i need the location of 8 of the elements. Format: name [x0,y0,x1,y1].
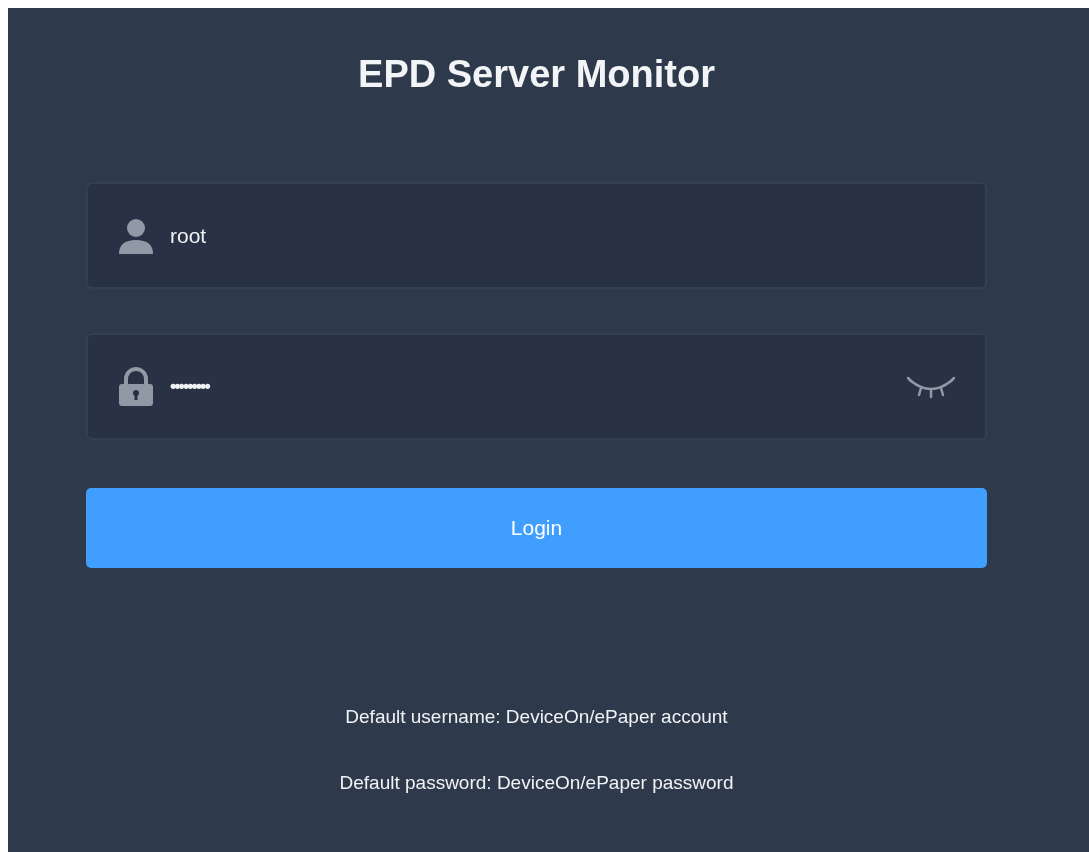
page-title: EPD Server Monitor [358,52,715,96]
user-icon [118,217,154,254]
username-input[interactable]: root [170,223,955,248]
password-input[interactable]: ••••••••• [170,376,891,397]
lock-icon [118,366,154,407]
hint-text: Default password: DeviceOn/ePaper password [339,771,734,795]
closed-eye-icon[interactable] [907,374,955,399]
hint-text: Default username: DeviceOn/ePaper account [345,705,728,729]
